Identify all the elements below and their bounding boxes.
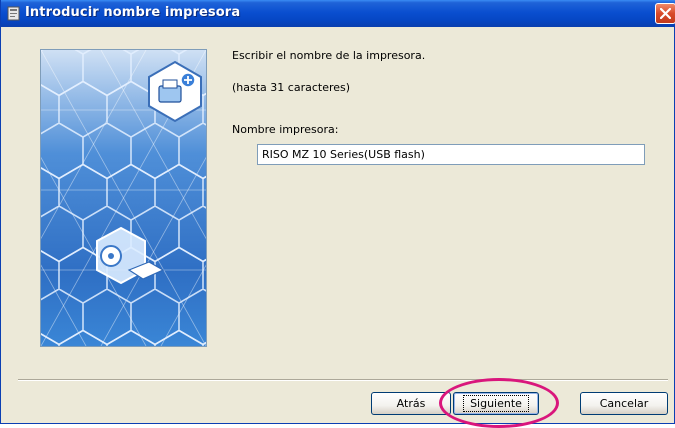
next-button[interactable]: Siguiente: [453, 392, 539, 415]
next-button-label: Siguiente: [463, 395, 529, 412]
printer-name-input[interactable]: [257, 144, 645, 165]
instruction-text: Escribir el nombre de la impresora.: [232, 49, 426, 62]
dialog-window: Introducir nombre impresora Escribir el …: [0, 0, 675, 428]
window-title: Introducir nombre impresora: [25, 5, 241, 20]
dialog-body: Escribir el nombre de la impresora. (has…: [4, 27, 673, 428]
hexagon-network-illustration: [40, 49, 207, 347]
close-icon: [660, 8, 671, 19]
back-button[interactable]: Atrás: [371, 392, 451, 415]
close-button[interactable]: [655, 3, 675, 24]
button-separator: [18, 379, 668, 381]
printer-setup-icon: [7, 6, 20, 21]
cancel-button[interactable]: Cancelar: [580, 392, 668, 415]
character-limit-hint: (hasta 31 caracteres): [232, 81, 351, 94]
title-bar[interactable]: Introducir nombre impresora: [1, 0, 675, 27]
printer-name-label: Nombre impresora:: [232, 123, 339, 136]
